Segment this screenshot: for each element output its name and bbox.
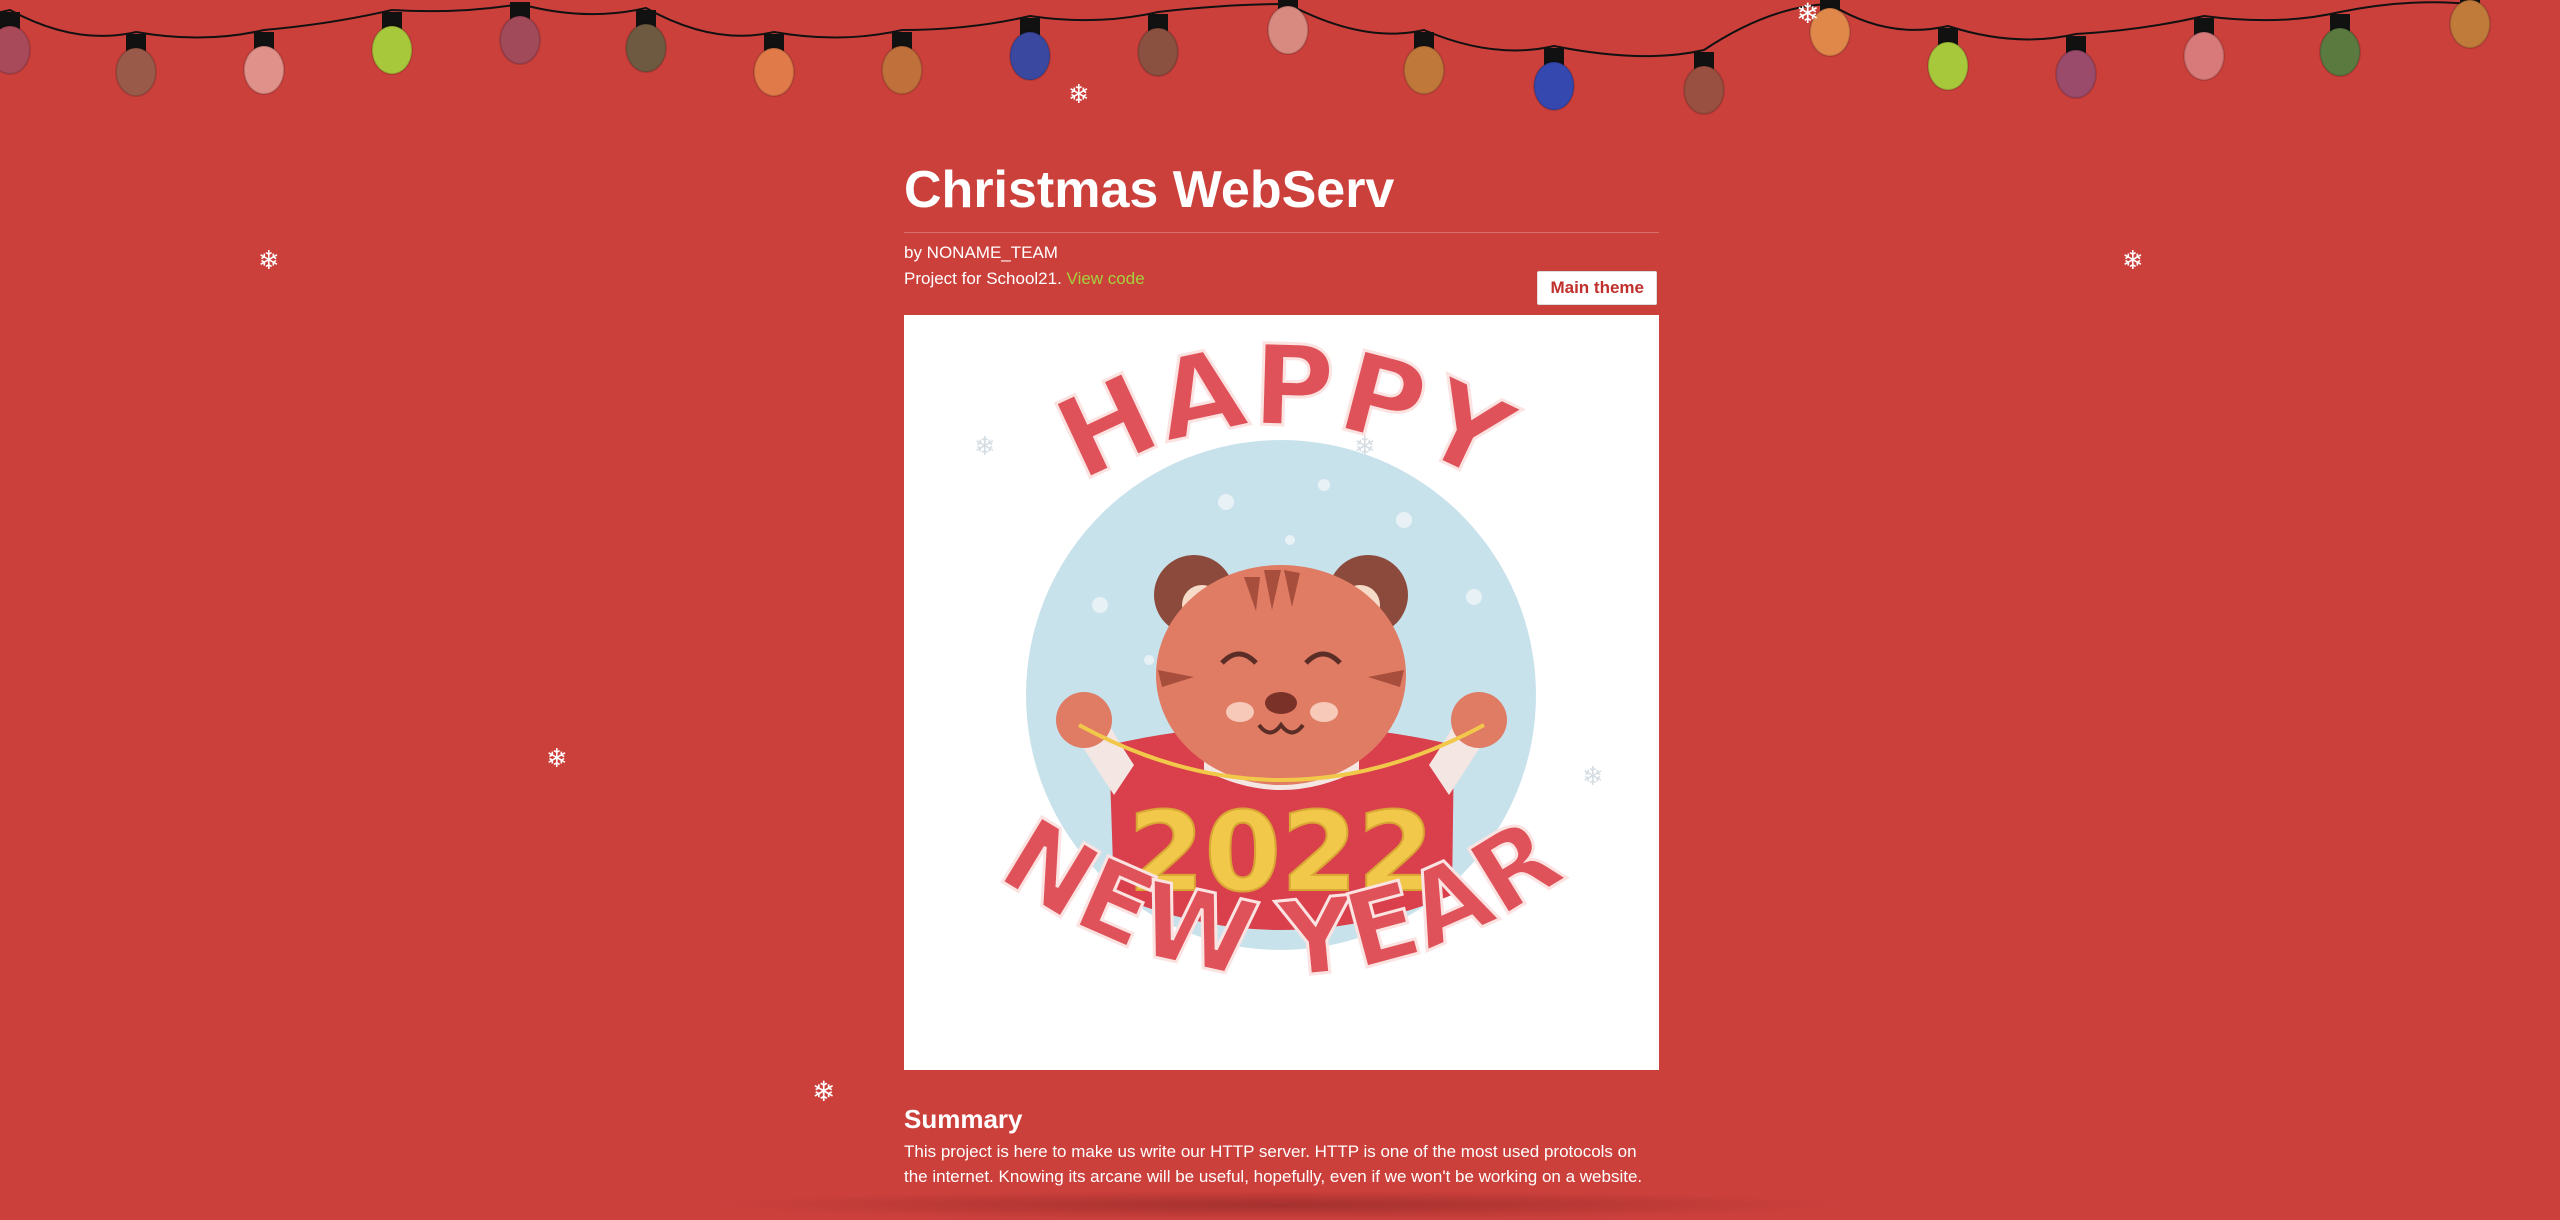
light-bulb-icon [1403, 32, 1445, 95]
project-text: Project for School21. [904, 269, 1062, 288]
main-theme-button[interactable]: Main theme [1537, 271, 1657, 305]
light-bulb-icon [881, 32, 923, 95]
page-title: Christmas WebServ [904, 150, 1659, 233]
light-bulb-icon [2449, 0, 2491, 49]
light-bulb-icon [243, 32, 285, 95]
project-row: Project for School21. View code Main the… [904, 269, 1659, 305]
light-bulb-icon [1267, 0, 1309, 55]
author-byline: by NONAME_TEAM [904, 243, 1058, 262]
light-bulb-icon [2319, 14, 2361, 77]
light-bulb-icon [115, 34, 157, 97]
snowflake-icon: ❄ [546, 744, 568, 774]
summary-paragraph: This project is here to make us write ou… [904, 1142, 1643, 1186]
light-bulb-icon [2183, 18, 2225, 81]
snowflake-icon: ❄ [258, 246, 280, 276]
snowflake-icon: ❄ [974, 432, 996, 462]
light-bulb-icon [1533, 48, 1575, 111]
light-bulb-icon [1009, 18, 1051, 81]
light-bulb-icon [625, 10, 667, 73]
light-bulb-icon [1137, 14, 1179, 77]
snowflake-icon: ❄ [812, 1075, 836, 1108]
light-bulb-icon [2055, 36, 2097, 99]
summary-heading: Summary [904, 1104, 1023, 1134]
light-bulb-icon [0, 12, 31, 75]
lights-wire [0, 1, 2471, 58]
happy-new-year-image: ❄ ❄ ❄ 2022 HAPPY NEW YEAR [904, 315, 1659, 1070]
snowflake-icon: ❄ [1582, 762, 1604, 792]
light-bulb-icon [1683, 52, 1725, 115]
light-bulb-icon [1927, 28, 1969, 91]
view-code-link[interactable]: View code [1067, 269, 1145, 288]
tiger-illustration: ❄ ❄ ❄ 2022 HAPPY NEW YEAR [974, 320, 1604, 1004]
light-bulb-icon [499, 2, 541, 65]
string-lights-decoration [0, 0, 2491, 115]
light-bulb-icon [753, 34, 795, 97]
snowflake-icon: ❄ [1796, 0, 1820, 30]
main-content: Christmas WebServ by NONAME_TEAM Project… [904, 150, 1659, 1189]
snowflake-icon: ❄ [1068, 80, 1090, 110]
snowflake-icon: ❄ [2122, 246, 2144, 276]
footer-shadow [700, 1190, 1860, 1220]
light-bulb-icon [371, 12, 413, 75]
